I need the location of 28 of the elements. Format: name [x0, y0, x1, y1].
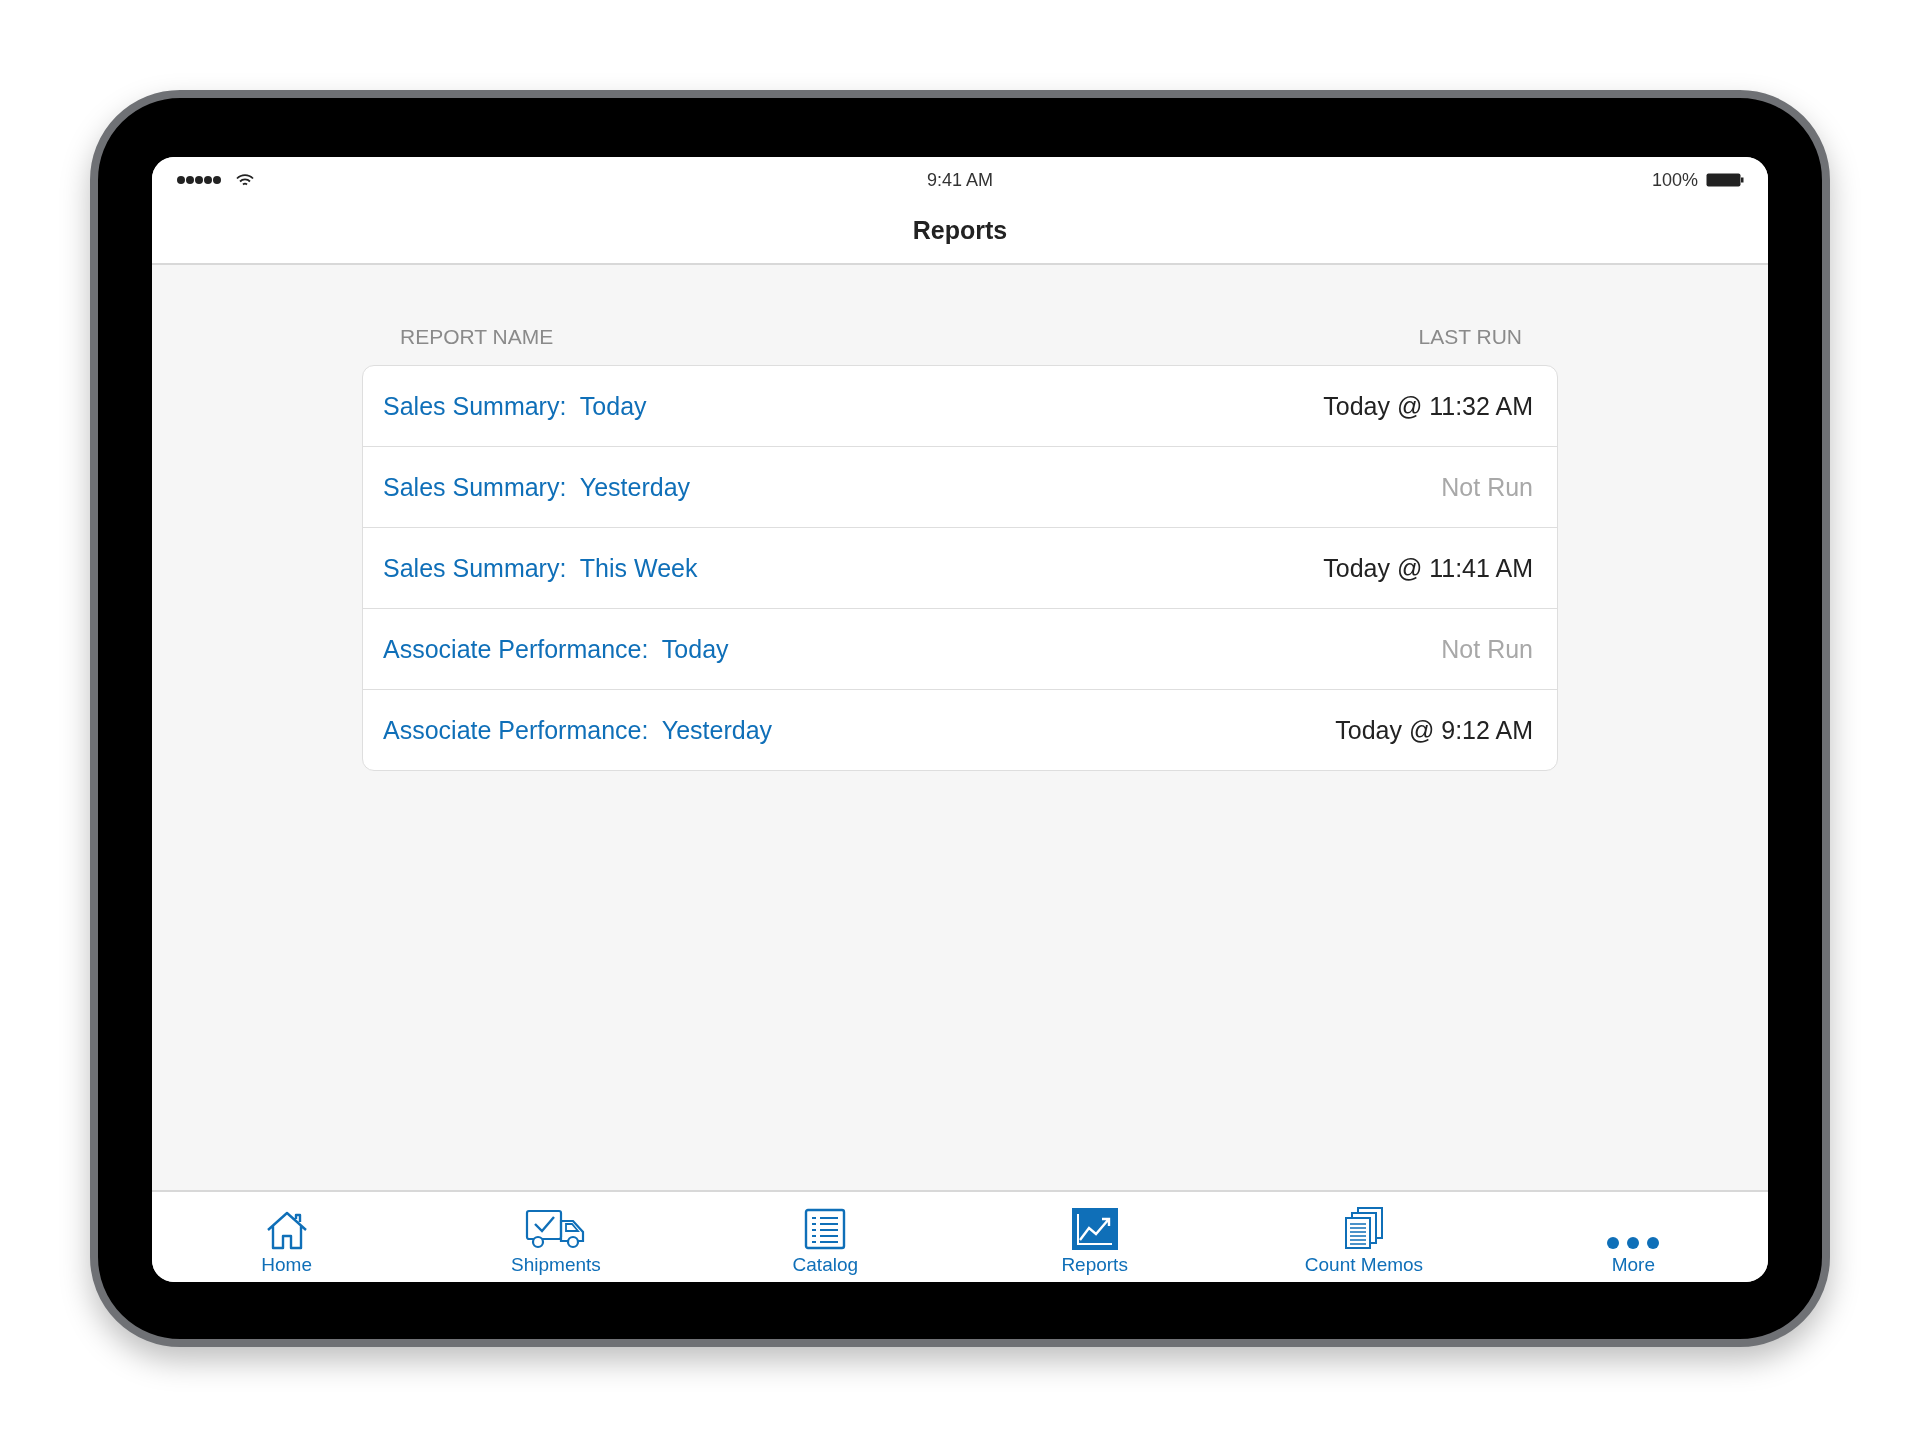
last-run: Not Run	[1441, 472, 1533, 502]
report-row[interactable]: Sales Summary: Today Today @ 11:32 AM	[363, 366, 1557, 446]
tab-item[interactable]: Count Memos	[1229, 1192, 1499, 1282]
tab-item[interactable]: Catalog	[690, 1192, 960, 1282]
column-header: LAST RUN	[1418, 325, 1522, 349]
screen-title: Reports	[912, 215, 1008, 245]
report-row[interactable]: Associate Performance: Yesterday Today @ 9:12 AM	[363, 689, 1557, 770]
report-row[interactable]: Sales Summary: This Week Today @ 11:41 AM	[363, 527, 1557, 608]
last-run: Today @ 11:32 AM	[1323, 391, 1533, 421]
battery-icon	[1706, 173, 1744, 187]
column-header: REPORT NAME	[400, 325, 554, 349]
last-run: Today @ 9:12 AM	[1335, 715, 1533, 745]
report-name[interactable]: Associate Performance: Yesterday	[383, 715, 773, 745]
tab-item[interactable]: More	[1498, 1192, 1768, 1282]
tab-item[interactable]: Home	[152, 1192, 422, 1282]
report-name[interactable]: Sales Summary: This Week	[383, 553, 698, 583]
tab-item[interactable]: Shipments	[421, 1192, 691, 1282]
status-time: 9:41 AM	[926, 169, 993, 191]
report-row[interactable]: Sales Summary: Yesterday Not Run	[363, 446, 1557, 527]
battery-percent: 100%	[1651, 169, 1698, 191]
tab-item[interactable]: Reports	[960, 1192, 1230, 1282]
last-run: Today @ 11:41 AM	[1323, 553, 1533, 583]
report-name[interactable]: Sales Summary: Today	[383, 391, 647, 421]
last-run: Not Run	[1441, 634, 1533, 664]
report-name[interactable]: Associate Performance: Today	[383, 634, 729, 664]
report-name[interactable]: Sales Summary: Yesterday	[383, 472, 691, 502]
report-row[interactable]: Associate Performance: Today Not Run	[363, 608, 1557, 689]
wifi-icon	[236, 173, 254, 187]
